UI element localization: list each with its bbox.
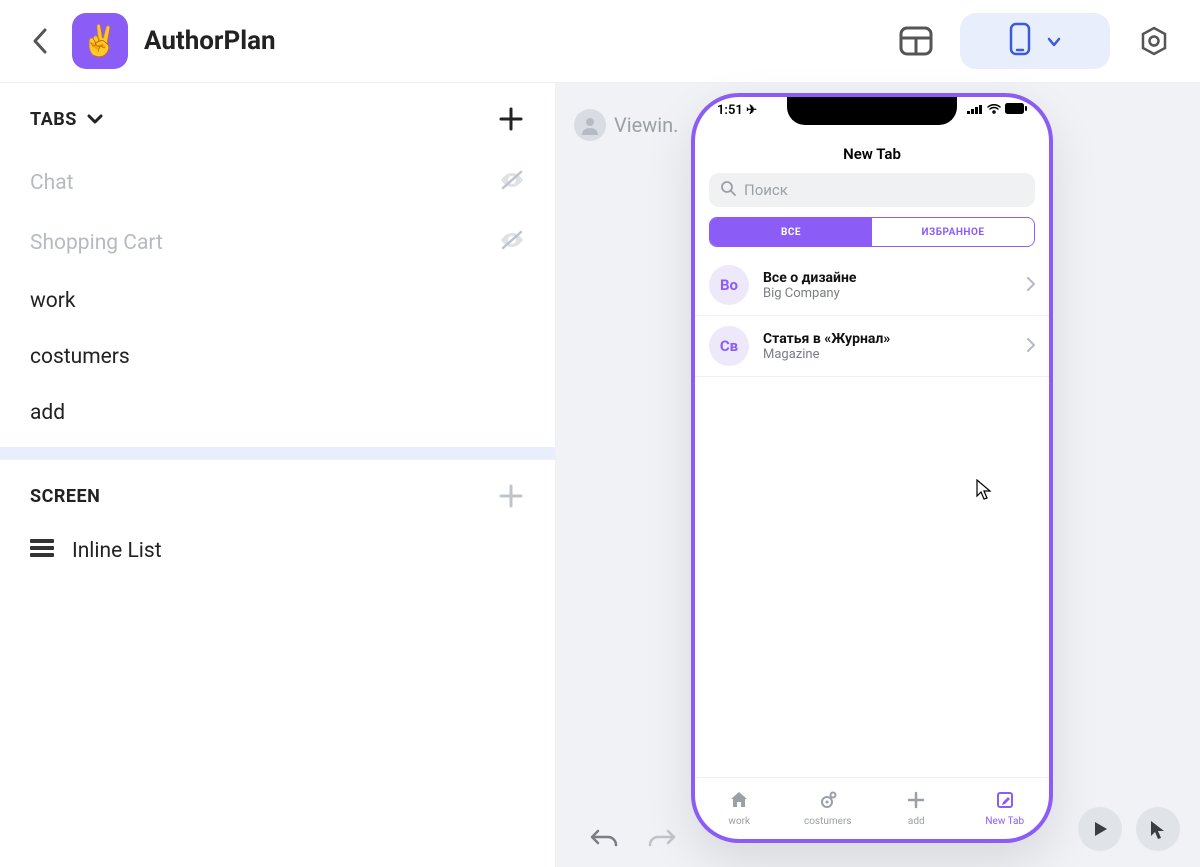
- tab-label: costumers: [804, 816, 852, 827]
- segment-control: ВСЕ ИЗБРАННОЕ: [709, 217, 1035, 247]
- screen-section-header: SCREEN: [0, 460, 555, 520]
- home-icon: [729, 790, 749, 813]
- add-tab-button[interactable]: [497, 105, 525, 133]
- sidebar-item-costumers[interactable]: costumers: [0, 329, 555, 385]
- status-time: 1:51 ✈: [717, 103, 757, 118]
- battery-icon: [1005, 103, 1027, 118]
- screen-section-label: SCREEN: [30, 486, 100, 507]
- search-placeholder: Поиск: [744, 181, 788, 199]
- edit-icon: [995, 790, 1015, 813]
- redo-button[interactable]: [648, 827, 676, 851]
- sidebar-item-add[interactable]: add: [0, 385, 555, 441]
- app-title: AuthorPlan: [144, 26, 878, 56]
- sidebar-item-work[interactable]: work: [0, 273, 555, 329]
- undo-button[interactable]: [590, 827, 618, 851]
- tab-label: add: [908, 816, 925, 827]
- chevron-down-icon: [1047, 32, 1061, 51]
- app-screen-title: New Tab: [695, 137, 1049, 173]
- cursor-button[interactable]: [1136, 807, 1180, 851]
- back-button[interactable]: [24, 25, 56, 57]
- sidebar-item-shopping-cart[interactable]: Shopping Cart: [0, 213, 555, 273]
- gear-icon: [818, 790, 838, 813]
- app-screen: New Tab Поиск ВСЕ ИЗБРАННОЕ: [695, 137, 1049, 839]
- sidebar-item-label: Chat: [30, 171, 74, 195]
- status-right: [967, 103, 1027, 118]
- main: TABS Chat Shopping Cart: [0, 83, 1200, 867]
- list: Во Все о дизайне Big Company Св: [695, 255, 1049, 777]
- list-icon: [30, 538, 54, 564]
- chevron-right-icon: [1027, 337, 1035, 356]
- tabs-section-header: TABS: [0, 83, 555, 143]
- phone-inner: 1:51 ✈ New Tab: [695, 97, 1049, 839]
- screen-item-label: Inline List: [72, 539, 162, 563]
- sidebar-item-label: Shopping Cart: [30, 231, 163, 255]
- segment-label: ИЗБРАННОЕ: [922, 227, 985, 238]
- location-icon: ✈: [746, 103, 757, 118]
- list-item-subtitle: Magazine: [763, 347, 1013, 362]
- undo-redo: [590, 827, 676, 851]
- hidden-icon: [499, 229, 525, 257]
- sidebar-item-label: add: [30, 401, 65, 425]
- segment-favorites[interactable]: ИЗБРАННОЕ: [872, 218, 1034, 246]
- viewing-label: Viewin.: [614, 113, 678, 137]
- phone-preview: 1:51 ✈ New Tab: [691, 93, 1053, 843]
- chevron-right-icon: [1027, 276, 1035, 295]
- sidebar: TABS Chat Shopping Cart: [0, 83, 556, 867]
- list-item[interactable]: Св Статья в «Журнал» Magazine: [695, 316, 1049, 377]
- app-icon: ✌️: [72, 13, 128, 69]
- plus-icon: [906, 790, 926, 813]
- layout-table-button[interactable]: [894, 19, 938, 63]
- tab-label: work: [728, 816, 750, 827]
- tab-add[interactable]: add: [872, 778, 961, 839]
- tab-costumers[interactable]: costumers: [784, 778, 873, 839]
- screen-section: SCREEN Inline List: [0, 459, 555, 582]
- viewing-badge: Viewin.: [574, 109, 678, 141]
- wifi-icon: [987, 103, 1001, 118]
- tabs-section-label: TABS: [30, 109, 77, 130]
- list-item-texts: Все о дизайне Big Company: [763, 270, 1013, 301]
- segment-label: ВСЕ: [781, 227, 801, 238]
- topbar-right: [894, 13, 1176, 69]
- list-item-title: Все о дизайне: [763, 270, 1013, 286]
- segment-all[interactable]: ВСЕ: [710, 218, 872, 246]
- chevron-down-icon: [87, 109, 103, 130]
- device-selector[interactable]: [960, 13, 1110, 69]
- settings-button[interactable]: [1132, 19, 1176, 63]
- add-screen-component-button[interactable]: [497, 482, 525, 510]
- tab-label: New Tab: [985, 816, 1024, 827]
- list-item-subtitle: Big Company: [763, 286, 1013, 301]
- tabs-section-toggle[interactable]: TABS: [30, 109, 103, 130]
- list-item[interactable]: Во Все о дизайне Big Company: [695, 255, 1049, 316]
- sidebar-item-chat[interactable]: Chat: [0, 153, 555, 213]
- list-item-avatar: Св: [709, 326, 749, 366]
- screen-component-inline-list[interactable]: Inline List: [0, 520, 555, 582]
- selection-indicator: [0, 447, 555, 459]
- app-emoji: ✌️: [81, 24, 118, 59]
- avatar-icon: [574, 109, 606, 141]
- tab-list: Chat Shopping Cart work costumers add: [0, 143, 555, 447]
- list-item-avatar: Во: [709, 265, 749, 305]
- phone-notch: [787, 97, 957, 125]
- tab-work[interactable]: work: [695, 778, 784, 839]
- screen-section-toggle[interactable]: SCREEN: [30, 486, 100, 507]
- topbar: ✌️ AuthorPlan: [0, 0, 1200, 83]
- list-item-texts: Статья в «Журнал» Magazine: [763, 331, 1013, 362]
- signal-icon: [967, 103, 983, 118]
- search-input[interactable]: Поиск: [709, 173, 1035, 207]
- fab-row: [1078, 807, 1180, 851]
- play-button[interactable]: [1078, 807, 1122, 851]
- canvas: Viewin. 1:51 ✈: [556, 83, 1200, 867]
- tab-newtab[interactable]: New Tab: [961, 778, 1050, 839]
- sidebar-item-label: work: [30, 289, 76, 313]
- list-item-title: Статья в «Журнал»: [763, 331, 1013, 347]
- sidebar-item-label: costumers: [30, 345, 130, 369]
- hidden-icon: [499, 169, 525, 197]
- search-icon: [721, 181, 736, 200]
- phone-icon: [1009, 22, 1031, 60]
- tabbar: work costumers add New Tab: [695, 777, 1049, 839]
